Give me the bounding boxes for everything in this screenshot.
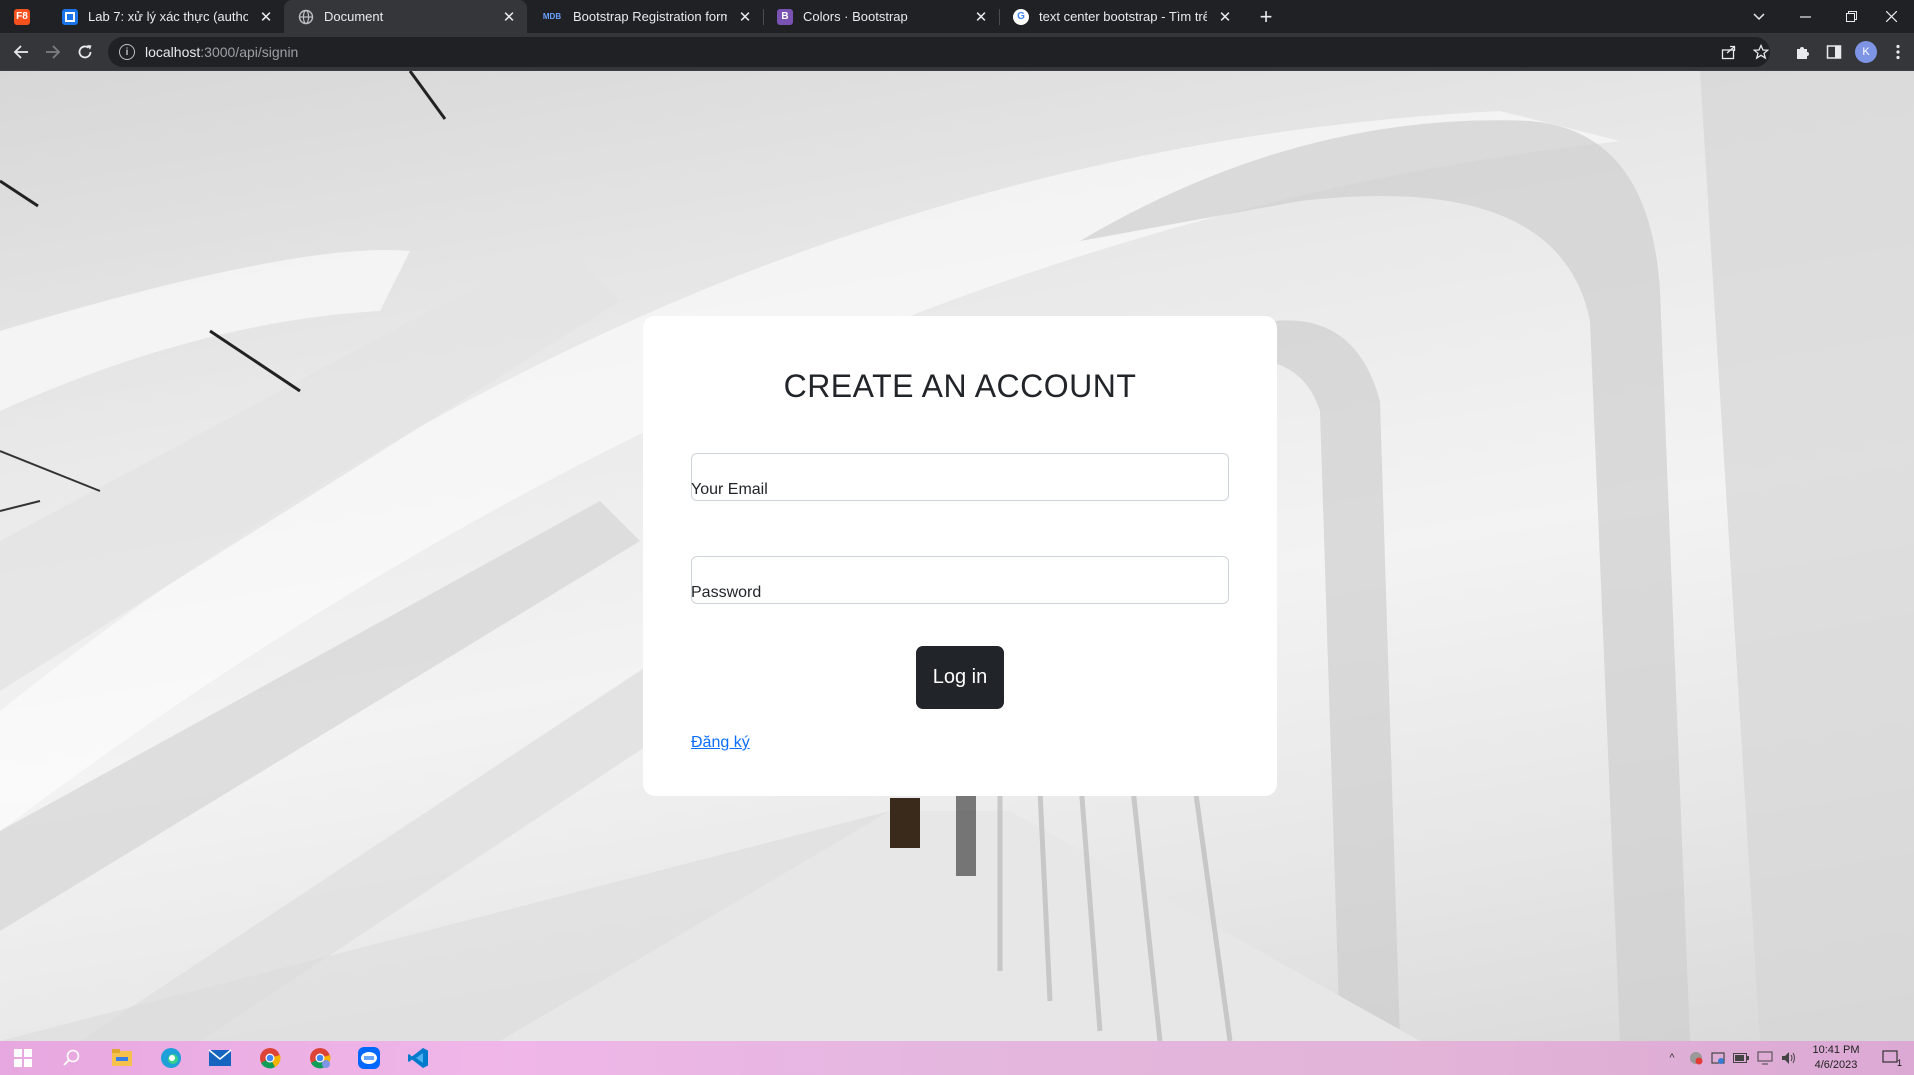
bookmark-star-icon[interactable] <box>1749 40 1773 64</box>
tab-lab7[interactable]: Lab 7: xử lý xác thực (authorize) · ✕ <box>48 0 284 33</box>
share-icon[interactable] <box>1717 40 1741 64</box>
reload-icon[interactable] <box>73 40 97 64</box>
tab-separator <box>763 9 764 25</box>
close-tab-icon[interactable]: ✕ <box>499 7 519 27</box>
windows-taskbar: ^ 10:41 PM 4/6/2023 1 <box>0 1041 1914 1075</box>
tab-title: Document <box>324 9 384 24</box>
tab-search-icon[interactable] <box>1736 0 1782 33</box>
back-icon[interactable] <box>9 40 33 64</box>
menu-kebab-icon[interactable] <box>1886 40 1910 64</box>
login-button[interactable]: Log in <box>916 646 1004 709</box>
lab-favicon-icon <box>62 8 78 25</box>
bootstrap-favicon-icon: B <box>777 8 793 25</box>
windows-start-icon[interactable] <box>11 1046 35 1070</box>
login-card: CREATE AN ACCOUNT Your Email Password Lo… <box>643 316 1277 796</box>
tray-chevron-icon[interactable]: ^ <box>1664 1050 1680 1066</box>
tray-app-icon[interactable] <box>1710 1050 1726 1066</box>
tab-colors-bootstrap[interactable]: B Colors · Bootstrap ✕ <box>763 0 999 33</box>
register-link[interactable]: Đăng ký <box>691 734 750 752</box>
close-tab-icon[interactable]: ✕ <box>971 7 991 27</box>
mail-icon[interactable] <box>208 1046 232 1070</box>
zalo-icon[interactable] <box>357 1046 381 1070</box>
password-label: Password <box>691 584 762 601</box>
tab-title: Colors · Bootstrap <box>803 9 908 24</box>
close-tab-icon[interactable]: ✕ <box>1215 7 1235 27</box>
site-info-icon[interactable]: i <box>119 44 135 60</box>
tab-document[interactable]: Document ✕ <box>284 0 527 33</box>
volume-icon[interactable] <box>1781 1050 1797 1066</box>
minimize-icon[interactable] <box>1782 0 1828 33</box>
tab-google-search[interactable]: G text center bootstrap - Tìm trên G ✕ <box>999 0 1243 33</box>
clock-time: 10:41 PM <box>1812 1044 1860 1056</box>
close-tab-icon[interactable]: ✕ <box>735 7 755 27</box>
close-tab-icon[interactable]: ✕ <box>256 7 276 27</box>
profile-avatar[interactable]: K <box>1855 41 1877 63</box>
google-favicon-icon: G <box>1013 8 1029 25</box>
network-icon[interactable] <box>1757 1050 1773 1066</box>
system-clock[interactable]: 10:41 PM 4/6/2023 <box>1806 1043 1866 1073</box>
chrome-icon[interactable] <box>258 1046 282 1070</box>
search-icon[interactable] <box>60 1046 84 1070</box>
forward-icon[interactable] <box>41 40 65 64</box>
tray-status-icon[interactable] <box>1688 1050 1704 1066</box>
close-window-icon[interactable] <box>1868 0 1914 33</box>
url-host: localhost <box>145 44 201 60</box>
page-title: CREATE AN ACCOUNT <box>783 368 1137 404</box>
globe-icon <box>298 9 314 25</box>
edge-browser-icon[interactable] <box>159 1046 183 1070</box>
new-tab-icon[interactable]: + <box>1254 4 1278 29</box>
tab-title: text center bootstrap - Tìm trên G <box>1039 9 1207 24</box>
email-label: Your Email <box>691 481 768 498</box>
password-field[interactable] <box>691 556 1229 604</box>
f8-favicon-icon: F8 <box>14 8 30 25</box>
email-field[interactable] <box>691 453 1229 501</box>
tab-strip: F8 Lab 7: xử lý xác thực (authorize) · ✕… <box>0 0 1914 33</box>
chrome-profile-icon[interactable] <box>308 1046 332 1070</box>
extensions-icon[interactable] <box>1790 40 1814 64</box>
side-panel-icon[interactable] <box>1822 40 1846 64</box>
clock-date: 4/6/2023 <box>1814 1059 1858 1071</box>
tab-title: Lab 7: xử lý xác thực (authorize) · <box>88 9 248 24</box>
tab-separator <box>999 9 1000 25</box>
mdb-favicon-icon: MDB <box>542 12 562 21</box>
tab-title: Bootstrap Registration form - fre <box>573 9 727 24</box>
notification-center-icon[interactable]: 1 <box>1880 1050 1902 1068</box>
battery-icon[interactable] <box>1733 1050 1749 1066</box>
page-viewport: CREATE AN ACCOUNT Your Email Password Lo… <box>0 71 1914 1041</box>
address-bar[interactable]: i localhost:3000/api/signin <box>108 37 1770 67</box>
notification-count: 1 <box>1896 1058 1902 1068</box>
url-path: :3000/api/signin <box>200 44 299 60</box>
tab-pinned-f8[interactable]: F8 <box>0 0 48 33</box>
file-explorer-icon[interactable] <box>110 1046 134 1070</box>
vscode-icon[interactable] <box>406 1046 430 1070</box>
tab-bootstrap-registration[interactable]: MDB Bootstrap Registration form - fre ✕ <box>527 0 763 33</box>
browser-toolbar: i localhost:3000/api/signin <box>0 33 1914 71</box>
